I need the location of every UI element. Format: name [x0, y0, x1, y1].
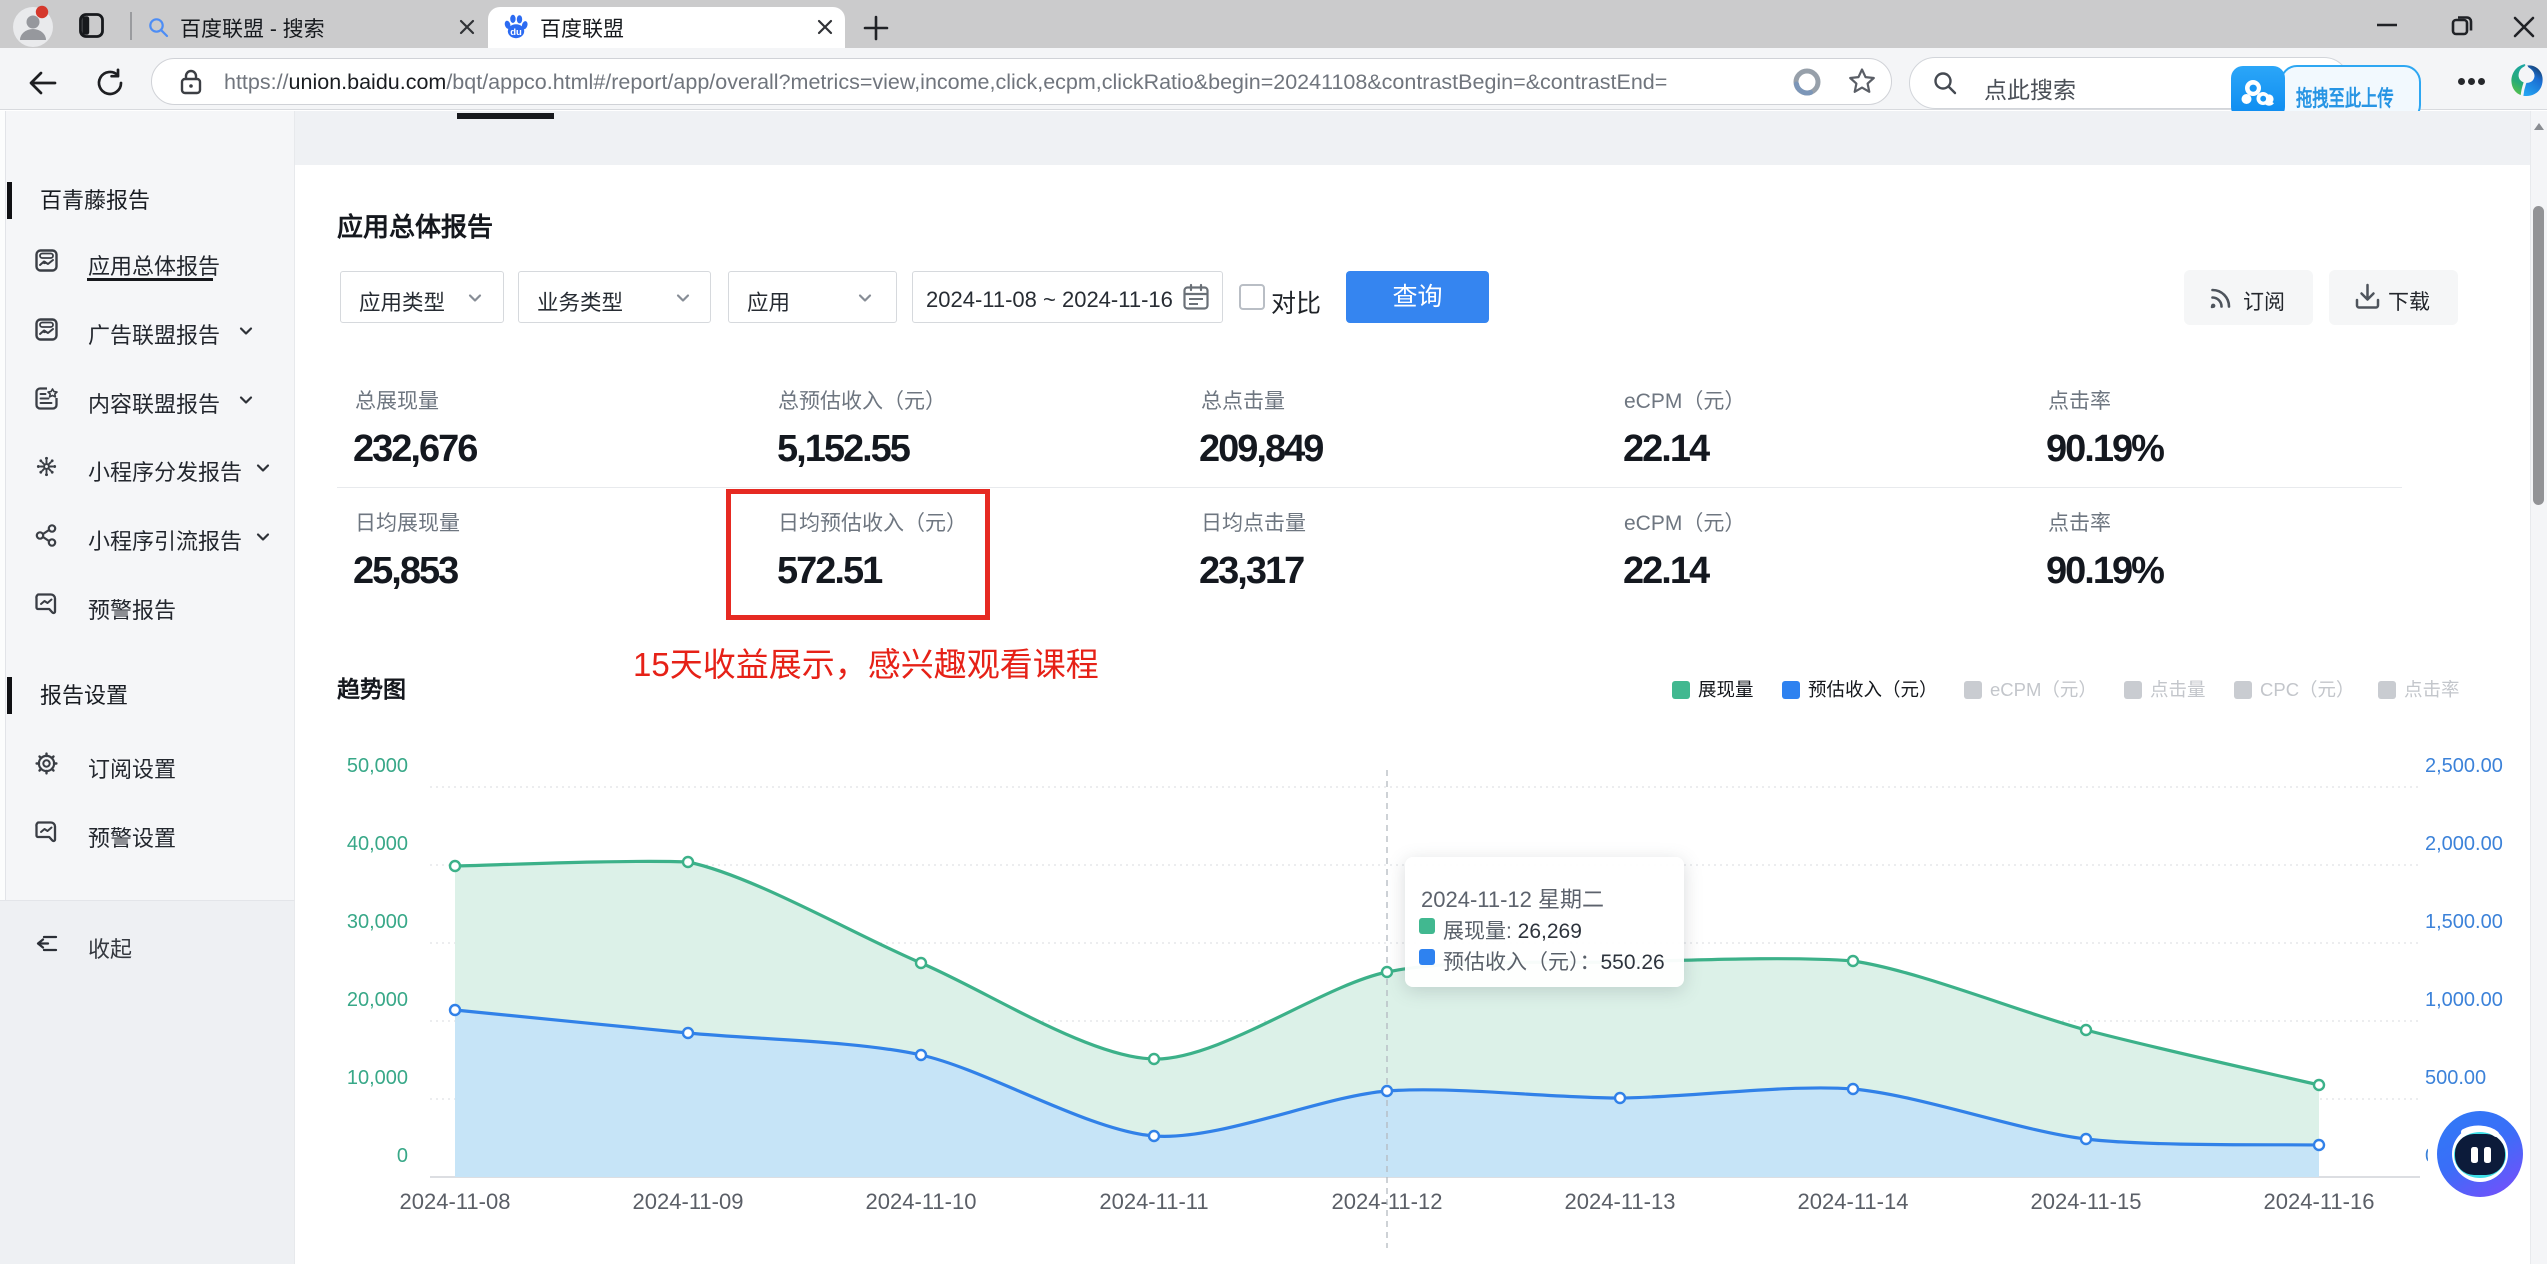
svg-text:du: du: [510, 27, 522, 38]
